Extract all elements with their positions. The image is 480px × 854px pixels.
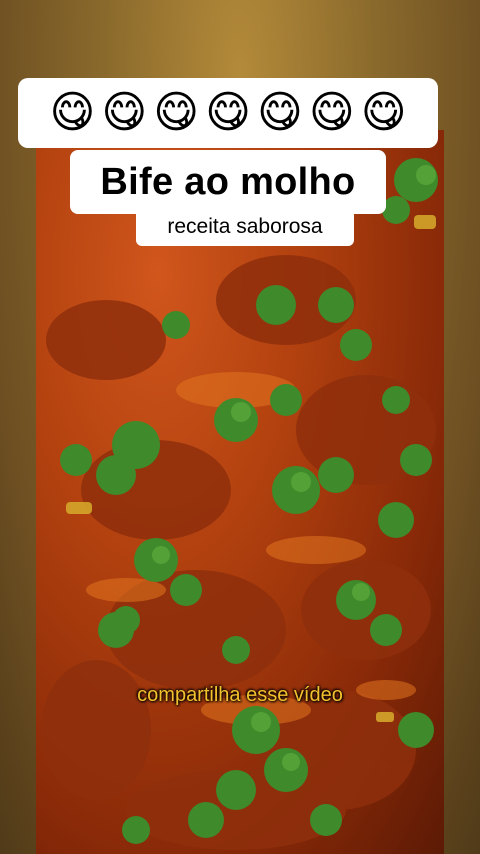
recipe-title: Bife ao molho (100, 160, 356, 203)
emoji-banner: 😋 😋 😋 😋 😋 😋 😋 (18, 78, 438, 148)
title-box: Bife ao molho (70, 150, 386, 214)
yummy-face-emoji-icon: 😋 (153, 87, 200, 138)
yummy-face-emoji-icon: 😋 (49, 87, 96, 138)
yummy-face-emoji-icon: 😋 (101, 87, 148, 138)
yummy-face-emoji-icon: 😋 (256, 87, 303, 138)
yummy-face-emoji-icon: 😋 (308, 87, 355, 138)
video-caption: compartilha esse vídeo (137, 684, 343, 706)
yummy-face-emoji-icon: 😋 (360, 87, 407, 138)
yummy-face-emoji-icon: 😋 (205, 87, 251, 138)
subtitle-box: receita saborosa (136, 208, 354, 246)
recipe-subtitle: receita saborosa (167, 215, 323, 238)
